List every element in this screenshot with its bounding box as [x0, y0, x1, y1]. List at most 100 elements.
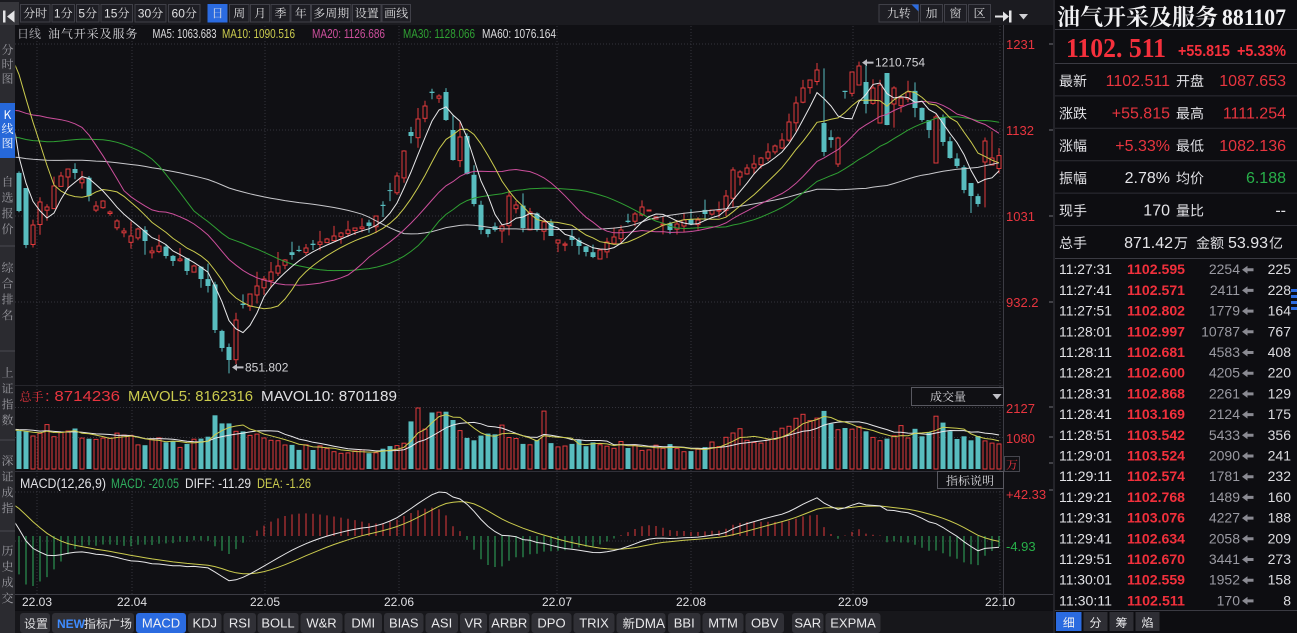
svg-text:1231: 1231 — [1006, 37, 1035, 52]
svg-text:22.04: 22.04 — [117, 595, 147, 609]
svg-text:232: 232 — [1268, 468, 1292, 484]
svg-text:1779: 1779 — [1209, 303, 1240, 319]
svg-text:ARBR: ARBR — [491, 616, 527, 631]
svg-text:871.42: 871.42 — [1124, 235, 1173, 252]
svg-text:MTM: MTM — [708, 616, 738, 631]
svg-text:TRIX: TRIX — [579, 616, 609, 631]
svg-text:1103.076: 1103.076 — [1127, 510, 1185, 526]
svg-text:11:29:21: 11:29:21 — [1059, 489, 1112, 505]
svg-text:225: 225 — [1268, 261, 1292, 277]
svg-text:1102.681: 1102.681 — [1127, 344, 1185, 360]
svg-text:KDJ: KDJ — [192, 616, 217, 631]
svg-text:1489: 1489 — [1209, 489, 1240, 505]
svg-text:+5.33%: +5.33% — [1237, 43, 1286, 60]
svg-text:2254: 2254 — [1209, 261, 1240, 277]
svg-text:160: 160 — [1268, 489, 1292, 505]
svg-text:22.05: 22.05 — [250, 595, 280, 609]
svg-text:DIFF: -11.29: DIFF: -11.29 — [185, 475, 251, 491]
svg-text:188: 188 — [1268, 510, 1292, 526]
svg-text:228: 228 — [1268, 282, 1292, 298]
svg-text:220: 220 — [1268, 365, 1292, 381]
svg-text:DEA: -1.26: DEA: -1.26 — [257, 475, 311, 491]
svg-text:22.03: 22.03 — [22, 595, 52, 609]
svg-text:ASI: ASI — [431, 616, 452, 631]
svg-text:5433: 5433 — [1209, 427, 1240, 443]
svg-text:2.78%: 2.78% — [1125, 170, 1170, 187]
svg-text:11:30:11: 11:30:11 — [1059, 592, 1112, 608]
svg-text:W&R: W&R — [306, 616, 336, 631]
svg-text:11:28:11: 11:28:11 — [1059, 344, 1112, 360]
svg-text:EXPMA: EXPMA — [830, 616, 876, 631]
svg-text:1210.754: 1210.754 — [875, 56, 925, 70]
svg-text:1102.634: 1102.634 — [1127, 530, 1185, 546]
svg-text:MAVOL10: 8701189: MAVOL10: 8701189 — [261, 388, 397, 405]
svg-text:1952: 1952 — [1209, 572, 1240, 588]
svg-text:DMI: DMI — [351, 616, 375, 631]
svg-text:129: 129 — [1268, 385, 1292, 401]
svg-text:11:28:41: 11:28:41 — [1059, 406, 1112, 422]
svg-text:3441: 3441 — [1209, 551, 1240, 567]
svg-text:0: 0 — [178, 7, 185, 21]
svg-text:+55.815: +55.815 — [1112, 105, 1170, 122]
svg-text:1102.868: 1102.868 — [1127, 385, 1185, 401]
svg-text:DMA: DMA — [635, 616, 665, 631]
svg-text:22.09: 22.09 — [838, 595, 868, 609]
svg-text:1102.511: 1102.511 — [1106, 73, 1170, 90]
svg-text:11:28:51: 11:28:51 — [1059, 427, 1112, 443]
svg-text:MA30: 1128.066: MA30: 1128.066 — [403, 27, 475, 41]
svg-text:2261: 2261 — [1209, 385, 1240, 401]
svg-text:1102.670: 1102.670 — [1127, 551, 1185, 567]
svg-text:+5.33%: +5.33% — [1115, 138, 1170, 155]
svg-text:-4.93: -4.93 — [1006, 539, 1036, 554]
svg-text:2090: 2090 — [1209, 448, 1240, 464]
svg-text:11:29:11: 11:29:11 — [1059, 468, 1112, 484]
svg-text:11:30:01: 11:30:01 — [1059, 572, 1112, 588]
svg-text:+55.815: +55.815 — [1178, 43, 1230, 60]
svg-text:4583: 4583 — [1209, 344, 1240, 360]
svg-text:11:29:31: 11:29:31 — [1059, 510, 1112, 526]
svg-text:767: 767 — [1268, 323, 1292, 339]
svg-text:11:28:21: 11:28:21 — [1059, 365, 1112, 381]
svg-text:164: 164 — [1268, 303, 1292, 319]
svg-text:0: 0 — [145, 7, 152, 21]
svg-text:1087.653: 1087.653 — [1219, 73, 1286, 90]
svg-text:2058: 2058 — [1209, 530, 1240, 546]
svg-text:1781: 1781 — [1209, 468, 1240, 484]
svg-text:SAR: SAR — [794, 616, 821, 631]
svg-text:11:27:31: 11:27:31 — [1059, 261, 1112, 277]
svg-text:RSI: RSI — [229, 616, 251, 631]
svg-text:1103.524: 1103.524 — [1127, 448, 1185, 464]
svg-text:53.93: 53.93 — [1228, 235, 1268, 252]
svg-text:NEW: NEW — [57, 617, 86, 631]
svg-text:2127: 2127 — [1006, 401, 1035, 416]
svg-text:1102.511: 1102.511 — [1127, 592, 1185, 608]
svg-text:2124: 2124 — [1209, 406, 1240, 422]
svg-text:1103.542: 1103.542 — [1127, 427, 1185, 443]
svg-text:1102.768: 1102.768 — [1127, 489, 1185, 505]
svg-text:10787: 10787 — [1201, 323, 1240, 339]
svg-text:241: 241 — [1268, 448, 1292, 464]
svg-text:2411: 2411 — [1210, 282, 1240, 298]
svg-text:4227: 4227 — [1209, 510, 1240, 526]
svg-text:170: 170 — [1143, 203, 1170, 220]
svg-text:11:28:01: 11:28:01 — [1059, 323, 1112, 339]
svg-text:MAVOL5: 8162316: MAVOL5: 8162316 — [128, 388, 253, 405]
svg-text:4205: 4205 — [1209, 365, 1240, 381]
svg-text:11:27:41: 11:27:41 — [1059, 282, 1112, 298]
svg-text:1102.802: 1102.802 — [1127, 303, 1185, 319]
svg-text:1103.169: 1103.169 — [1127, 406, 1185, 422]
svg-text:170: 170 — [1217, 592, 1241, 608]
svg-text:MA5: 1063.683: MA5: 1063.683 — [153, 27, 217, 41]
svg-text:BBI: BBI — [674, 616, 695, 631]
svg-text:851.802: 851.802 — [245, 360, 289, 374]
svg-text:11:27:51: 11:27:51 — [1059, 303, 1112, 319]
svg-text:158: 158 — [1268, 572, 1292, 588]
svg-text:DPO: DPO — [537, 616, 565, 631]
svg-text:MA60: 1076.164: MA60: 1076.164 — [482, 27, 556, 41]
svg-text:1102.997: 1102.997 — [1127, 323, 1185, 339]
svg-text:11:29:51: 11:29:51 — [1059, 551, 1112, 567]
svg-text:BOLL: BOLL — [261, 616, 294, 631]
svg-text:MA20: 1126.686: MA20: 1126.686 — [312, 27, 385, 41]
svg-text:1102.600: 1102.600 — [1127, 365, 1185, 381]
svg-text:MACD: -20.05: MACD: -20.05 — [111, 475, 179, 491]
